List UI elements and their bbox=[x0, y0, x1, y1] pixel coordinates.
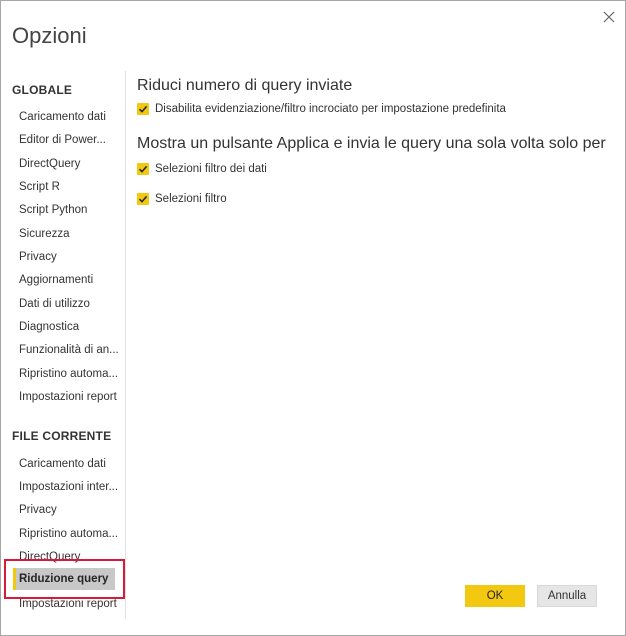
sidebar-heading-current-file: FILE CORRENTE bbox=[12, 429, 112, 443]
option-label: Selezioni filtro bbox=[155, 193, 227, 205]
sidebar-item-file-auto-recovery[interactable]: Ripristino automa... bbox=[19, 526, 123, 542]
sidebar-item-file-data-load[interactable]: Caricamento dati bbox=[19, 456, 123, 472]
sidebar-item-global-directquery[interactable]: DirectQuery bbox=[19, 156, 123, 172]
checkbox-checked-icon[interactable] bbox=[137, 193, 149, 205]
sidebar-item-file-directquery[interactable]: DirectQuery bbox=[19, 549, 123, 565]
slicer-selections-option[interactable]: Selezioni filtro dei dati bbox=[137, 163, 267, 175]
sidebar-item-global-privacy[interactable]: Privacy bbox=[19, 249, 123, 265]
sidebar-item-global-auto-recovery[interactable]: Ripristino automa... bbox=[19, 366, 123, 382]
options-sidebar: GLOBALE Caricamento dati Editor di Power… bbox=[1, 71, 126, 619]
sidebar-item-global-report-settings[interactable]: Impostazioni report bbox=[19, 389, 123, 405]
filter-selections-option[interactable]: Selezioni filtro bbox=[137, 193, 227, 205]
sidebar-item-global-power-query-editor[interactable]: Editor di Power... bbox=[19, 132, 123, 148]
section-heading-apply-button: Mostra un pulsante Applica e invia le qu… bbox=[137, 135, 606, 152]
sidebar-item-global-python-script[interactable]: Script Python bbox=[19, 202, 123, 218]
option-label: Selezioni filtro dei dati bbox=[155, 163, 267, 175]
sidebar-heading-global: GLOBALE bbox=[12, 83, 73, 97]
section-heading-reduce-queries: Riduci numero di query inviate bbox=[137, 77, 353, 94]
checkbox-checked-icon[interactable] bbox=[137, 103, 149, 115]
options-dialog: Opzioni GLOBALE Caricamento dati Editor … bbox=[0, 0, 626, 636]
sidebar-item-global-preview-features[interactable]: Funzionalità di an... bbox=[19, 342, 123, 358]
option-label: Disabilita evidenziazione/filtro incroci… bbox=[155, 103, 506, 115]
sidebar-item-global-diagnostics[interactable]: Diagnostica bbox=[19, 319, 123, 335]
sidebar-item-file-privacy[interactable]: Privacy bbox=[19, 502, 123, 518]
checkbox-checked-icon[interactable] bbox=[137, 163, 149, 175]
sidebar-item-file-regional-settings[interactable]: Impostazioni inter... bbox=[19, 479, 123, 495]
sidebar-item-file-query-reduction[interactable]: Riduzione query bbox=[13, 568, 115, 590]
dialog-title: Opzioni bbox=[12, 23, 87, 48]
sidebar-item-global-r-script[interactable]: Script R bbox=[19, 179, 123, 195]
sidebar-item-global-usage-data[interactable]: Dati di utilizzo bbox=[19, 296, 123, 312]
cancel-button[interactable]: Annulla bbox=[537, 585, 597, 607]
sidebar-item-global-security[interactable]: Sicurezza bbox=[19, 226, 123, 242]
close-icon bbox=[603, 11, 615, 23]
sidebar-item-global-updates[interactable]: Aggiornamenti bbox=[19, 272, 123, 288]
sidebar-item-file-report-settings[interactable]: Impostazioni report bbox=[19, 596, 123, 612]
ok-button[interactable]: OK bbox=[465, 585, 525, 607]
sidebar-item-global-data-load[interactable]: Caricamento dati bbox=[19, 109, 123, 125]
disable-cross-highlight-option[interactable]: Disabilita evidenziazione/filtro incroci… bbox=[137, 103, 506, 115]
close-button[interactable] bbox=[599, 7, 619, 27]
